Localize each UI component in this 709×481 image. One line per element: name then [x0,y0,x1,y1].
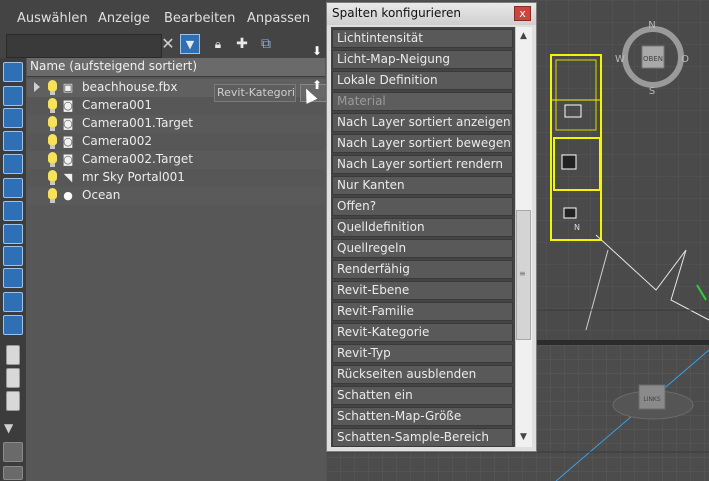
compass-o: O [681,54,689,65]
display-xrefs-icon[interactable] [3,224,23,244]
small-n-label: N [574,223,580,232]
list-item-label: Camera001.Target [82,116,193,130]
column-item[interactable]: Nach Layer sortiert anzeigen [332,113,513,132]
select-invert-icon[interactable] [6,391,20,411]
scroll-down-arrow-icon[interactable]: ▼ [516,430,531,444]
close-button[interactable]: x [514,6,531,21]
list-item[interactable]: ◙ Camera002 [27,133,325,151]
display-lights-icon[interactable] [3,108,23,128]
column-item[interactable]: Renderfähig [332,260,513,279]
list-item-label: Camera001 [82,98,152,112]
column-item[interactable]: Lokale Definition [332,71,513,90]
display-cameras-icon[interactable] [3,131,23,151]
camera-gizmo [561,154,577,170]
light-bulb-icon[interactable] [48,80,57,95]
camera-icon: ◙ [62,153,74,166]
column-item[interactable]: Offen? [332,197,513,216]
column-header-name[interactable]: Name (aufsteigend sortiert) [27,58,325,77]
insert-marker-down-icon: ⬇ [312,44,323,58]
column-item[interactable]: Quelldefinition [332,218,513,237]
column-item[interactable]: Nach Layer sortiert rendern [332,155,513,174]
list-item-label: Ocean [82,188,121,202]
filter-icon[interactable]: ▼ [180,34,200,54]
column-item[interactable]: Schatten ein [332,386,513,405]
hierarchy-icon[interactable]: ⧉ [256,34,276,54]
lock-icon[interactable]: 🔒︎ [208,34,228,54]
light-bulb-icon[interactable] [48,188,57,203]
expand-arrow-icon[interactable] [34,82,40,92]
column-item[interactable]: Quellregeln [332,239,513,258]
menu-anpassen[interactable]: Anpassen [247,11,310,26]
sphere-icon: ● [63,189,73,202]
display-geometry-icon[interactable] [3,62,23,82]
light-bulb-icon[interactable] [48,134,57,149]
column-item[interactable]: Rückseiten ausblenden [332,365,513,384]
select-all-icon[interactable] [6,345,20,365]
column-item[interactable]: Schatten-Map-Größe [332,407,513,426]
light-bulb-icon[interactable] [48,98,57,113]
menubar: Auswählen Anzeige Bearbeiten Anpassen [0,0,326,34]
list-item-label: Camera002.Target [82,152,193,166]
display-bones-icon[interactable] [3,246,23,266]
display-spacewarps-icon[interactable] [3,178,23,198]
light-bulb-icon[interactable] [48,116,57,131]
compass-w: W [615,54,625,65]
display-helpers-icon[interactable] [3,154,23,174]
scrollbar-grip-icon: ≡ [519,269,526,278]
list-item[interactable]: ● Ocean [27,187,325,205]
sync-selection-icon[interactable] [3,442,23,462]
list-item[interactable]: ◙ Camera001.Target [27,115,325,133]
select-none-icon[interactable] [6,368,20,388]
list-item-label: Camera002 [82,134,152,148]
list-item[interactable]: ◙ Camera002.Target [27,151,325,169]
viewcube-bottom-label: LINKS [643,396,661,403]
menu-auswaehlen[interactable]: Auswählen [17,11,88,26]
funnel-icon[interactable]: ▼ [4,422,20,434]
list-item-label: mr Sky Portal001 [82,170,185,184]
menu-anzeige[interactable]: Anzeige [98,11,150,26]
list-item[interactable]: ◥ mr Sky Portal001 [27,169,325,187]
clear-filter-icon[interactable]: ✕ [158,34,178,54]
viewcube-label: OBEN [643,55,663,63]
container-icon: ▣ [62,81,74,94]
sync-selection-alt-icon[interactable] [3,466,23,480]
column-item[interactable]: Revit-Ebene [332,281,513,300]
drag-ghost-label: Revit-Kategorie [214,84,296,102]
select-add-icon[interactable]: ✚ [232,34,252,54]
search-input[interactable] [6,34,162,58]
column-list [331,27,515,447]
camera-icon: ◙ [62,99,74,112]
scroll-up-arrow-icon[interactable]: ▲ [516,29,531,43]
column-header-label: Name (aufsteigend sortiert) [30,59,198,73]
camera-icon: ◙ [62,117,74,130]
compass-n: N [648,20,655,31]
column-item[interactable]: Lichtintensität [332,29,513,48]
display-containers-icon[interactable] [3,268,23,288]
column-item[interactable]: Revit-Kategorie [332,323,513,342]
display-groups-icon[interactable] [3,201,23,221]
column-item[interactable]: Licht-Map-Neigung [332,50,513,69]
list-item-label: beachhouse.fbx [82,80,178,94]
display-frozen-icon[interactable] [3,292,23,312]
column-item[interactable]: Nach Layer sortiert bewegen [332,134,513,153]
camera-gizmo [563,207,577,219]
compass-s: S [649,86,655,97]
column-item[interactable]: Nur Kanten [332,176,513,195]
column-item[interactable]: Revit-Typ [332,344,513,363]
column-item[interactable]: Revit-Familie [332,302,513,321]
light-bulb-icon[interactable] [48,152,57,167]
column-item[interactable]: Schatten-Sample-Bereich [332,428,513,447]
display-hidden-icon[interactable] [3,315,23,335]
light-bulb-icon[interactable] [48,170,57,185]
dialog-title: Spalten konfigurieren [332,6,461,20]
display-shapes-icon[interactable] [3,86,23,106]
light-icon: ◥ [63,171,73,184]
camera-icon: ◙ [62,135,74,148]
column-item-dragged[interactable]: Material [332,92,513,111]
menu-bearbeiten[interactable]: Bearbeiten [164,11,235,26]
